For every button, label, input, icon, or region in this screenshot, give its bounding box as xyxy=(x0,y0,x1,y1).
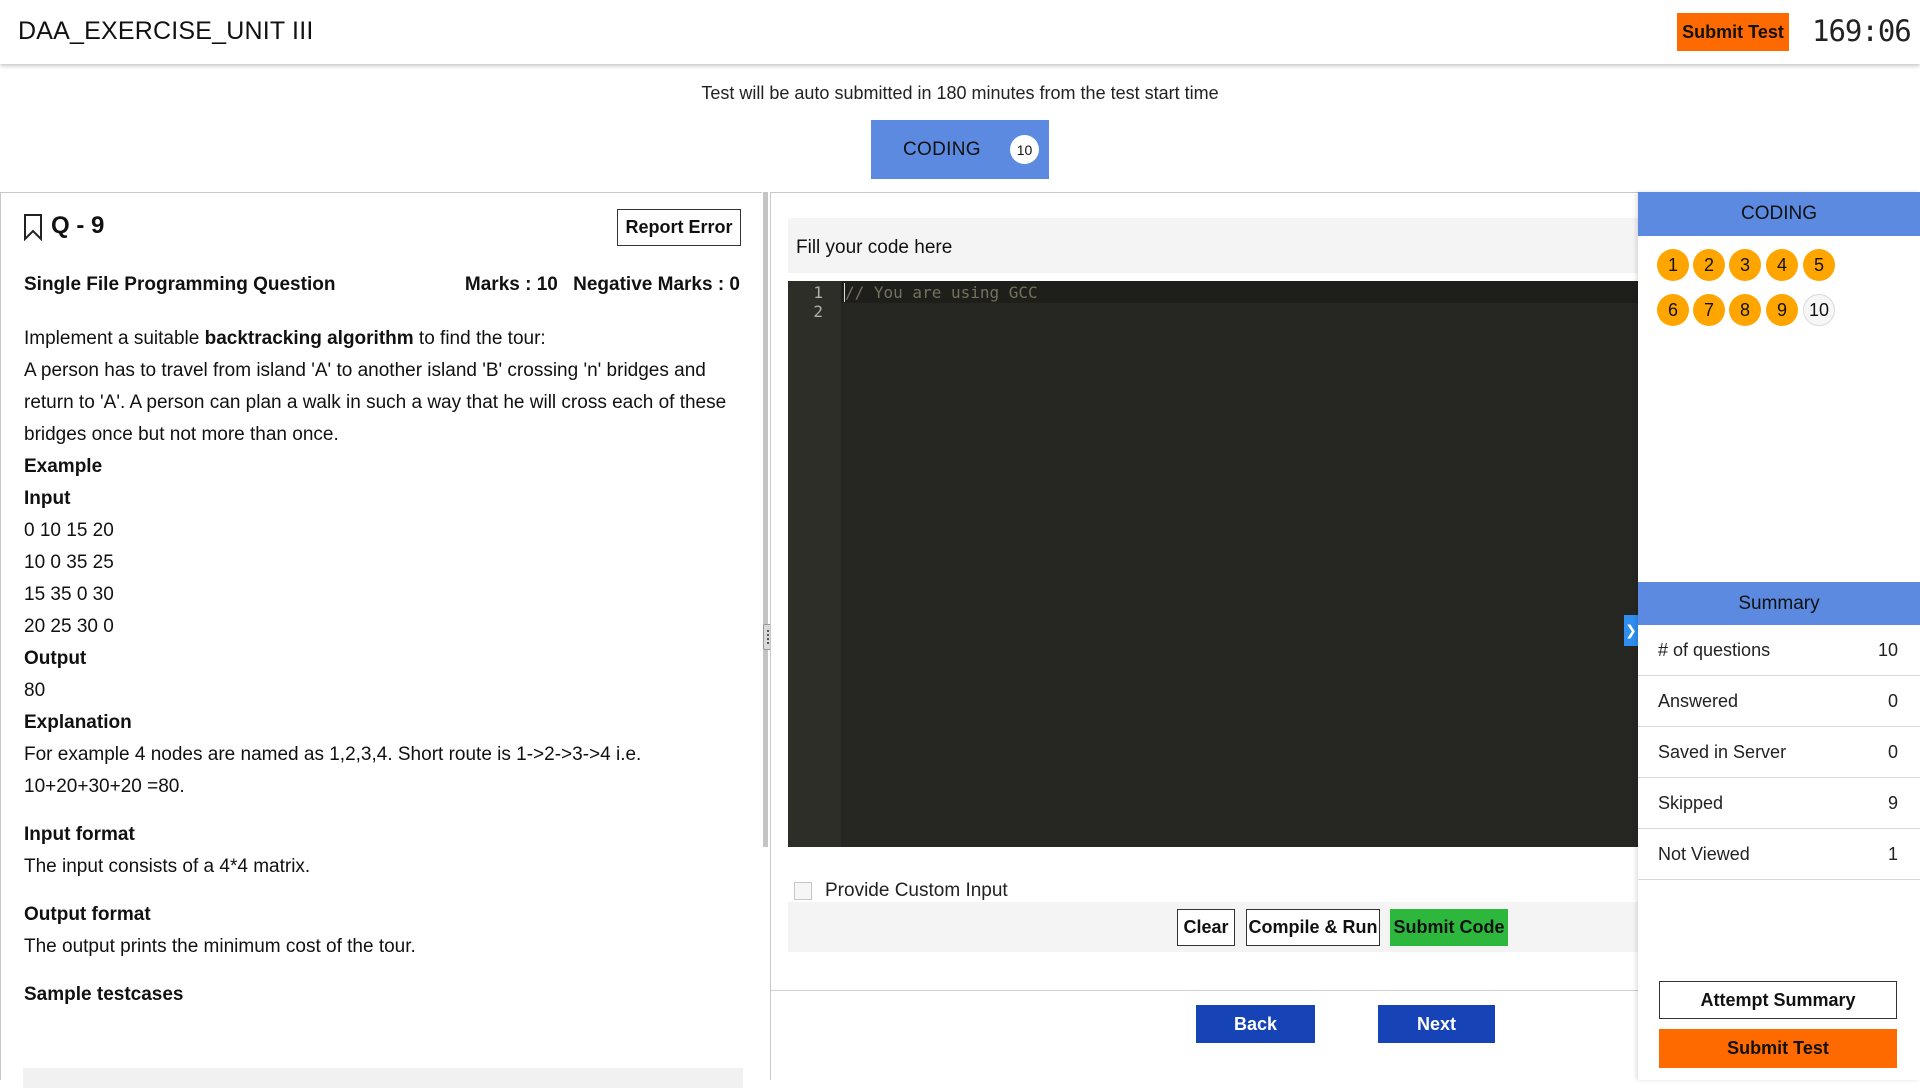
question-panel: Q - 9 Report Error Single File Programmi… xyxy=(0,192,770,1080)
line-number: 2 xyxy=(813,302,823,321)
code-comment-line[interactable]: // You are using GCC xyxy=(845,283,1038,302)
next-button[interactable]: Next xyxy=(1378,1005,1495,1043)
input-heading: Input xyxy=(24,488,71,509)
example-heading: Example xyxy=(24,456,103,477)
negative-marks-value: Negative Marks : 0 xyxy=(573,274,740,295)
input-format-heading: Input format xyxy=(24,824,135,845)
summary-label: # of questions xyxy=(1658,640,1771,660)
question-number: Q - 9 xyxy=(51,212,105,239)
summary-row-questions: # of questions 10 xyxy=(1638,625,1920,676)
custom-input-label: Provide Custom Input xyxy=(825,880,1008,901)
summary-value: 0 xyxy=(1887,691,1898,711)
output-heading: Output xyxy=(24,648,87,669)
navigator-section-heading: CODING xyxy=(1638,192,1920,236)
input-line: 15 35 0 30 xyxy=(24,584,114,605)
summary-row-skipped: Skipped 9 xyxy=(1638,778,1920,829)
summary-label: Not Viewed xyxy=(1658,844,1750,864)
question-bubble-7[interactable]: 7 xyxy=(1693,294,1725,326)
summary-row-saved: Saved in Server 0 xyxy=(1638,727,1920,778)
question-intro: Implement a suitable backtracking algori… xyxy=(24,323,744,355)
summary-value: 10 xyxy=(1877,640,1898,660)
summary-label: Skipped xyxy=(1658,793,1724,813)
question-bubble-9[interactable]: 9 xyxy=(1766,294,1798,326)
section-tab-coding[interactable]: CODING 10 xyxy=(871,120,1049,179)
summary-label: Answered xyxy=(1658,691,1739,711)
report-error-button[interactable]: Report Error xyxy=(617,209,741,246)
intro-prefix: Implement a suitable xyxy=(24,328,205,349)
intro-suffix: to find the tour: xyxy=(413,328,546,349)
line-number-gutter: 1 2 xyxy=(788,281,841,847)
question-bubble-8[interactable]: 8 xyxy=(1729,294,1761,326)
clear-button[interactable]: Clear xyxy=(1177,909,1235,946)
question-body: Implement a suitable backtracking algori… xyxy=(24,323,744,1011)
custom-input-checkbox[interactable] xyxy=(794,882,812,900)
sample-testcases-box xyxy=(23,1068,743,1088)
custom-input-option[interactable]: Provide Custom Input xyxy=(794,880,1008,902)
question-bubble-2[interactable]: 2 xyxy=(1693,249,1725,281)
header-submit-test-button[interactable]: Submit Test xyxy=(1677,13,1789,51)
marks-value: Marks : 10 xyxy=(464,274,558,295)
output-value: 80 xyxy=(24,680,46,701)
input-line: 20 25 30 0 xyxy=(24,616,114,637)
explanation-heading: Explanation xyxy=(24,712,132,733)
summary-heading: Summary xyxy=(1638,582,1920,625)
input-line: 10 0 35 25 xyxy=(24,552,114,573)
input-format-text: The input consists of a 4*4 matrix. xyxy=(24,856,311,877)
footer-divider xyxy=(771,990,1639,991)
collapse-panel-chevron-icon[interactable]: ❯ xyxy=(1624,615,1638,646)
question-type: Single File Programming Question xyxy=(24,274,336,295)
marks-info: Marks : 10 Negative Marks : 0 xyxy=(455,274,740,296)
summary-value: 9 xyxy=(1887,793,1898,813)
question-navigator-panel: CODING 1 2 3 4 5 6 7 8 9 10 Summary # of… xyxy=(1638,192,1920,1080)
back-button[interactable]: Back xyxy=(1196,1005,1315,1043)
attempt-summary-button[interactable]: Attempt Summary xyxy=(1659,981,1897,1019)
question-bubble-3[interactable]: 3 xyxy=(1729,249,1761,281)
section-tab-label: CODING xyxy=(903,139,981,160)
editor-title: Fill your code here xyxy=(796,237,953,258)
top-header: DAA_EXERCISE_UNIT III Submit Test 169:06 xyxy=(0,0,1920,64)
question-bubble-5[interactable]: 5 xyxy=(1803,249,1835,281)
auto-submit-notice: Test will be auto submitted in 180 minut… xyxy=(701,83,1219,103)
submit-code-button[interactable]: Submit Code xyxy=(1390,909,1508,946)
output-format-heading: Output format xyxy=(24,904,151,925)
summary-label: Saved in Server xyxy=(1658,742,1787,762)
bookmark-icon[interactable] xyxy=(23,213,43,241)
output-format-text: The output prints the minimum cost of th… xyxy=(24,936,416,957)
question-bubble-10[interactable]: 10 xyxy=(1803,294,1835,326)
section-question-count-badge: 10 xyxy=(1010,135,1039,164)
question-bubble-6[interactable]: 6 xyxy=(1657,294,1689,326)
line-number: 1 xyxy=(813,283,823,302)
countdown-timer: 169:06 xyxy=(1812,14,1912,48)
sample-testcases-heading: Sample testcases xyxy=(24,984,184,1005)
intro-keyword: backtracking algorithm xyxy=(204,328,414,349)
question-panel-scrollbar[interactable] xyxy=(763,192,768,847)
summary-value: 0 xyxy=(1887,742,1898,762)
input-line: 0 10 15 20 xyxy=(24,520,114,541)
summary-row-not-viewed: Not Viewed 1 xyxy=(1638,829,1920,880)
compile-run-button[interactable]: Compile & Run xyxy=(1246,909,1380,946)
submit-test-button[interactable]: Submit Test xyxy=(1659,1029,1897,1068)
summary-row-answered: Answered 0 xyxy=(1638,676,1920,727)
question-bubble-1[interactable]: 1 xyxy=(1657,249,1689,281)
summary-value: 1 xyxy=(1887,844,1898,864)
question-bubble-4[interactable]: 4 xyxy=(1766,249,1798,281)
code-editor[interactable]: 1 2 // You are using GCC xyxy=(788,281,1639,847)
test-title: DAA_EXERCISE_UNIT III xyxy=(18,17,314,45)
editor-panel: Fill your code here 1 2 // You are using… xyxy=(770,192,1639,1080)
question-description: A person has to travel from island 'A' t… xyxy=(24,360,727,445)
explanation-text: For example 4 nodes are named as 1,2,3,4… xyxy=(24,744,642,797)
